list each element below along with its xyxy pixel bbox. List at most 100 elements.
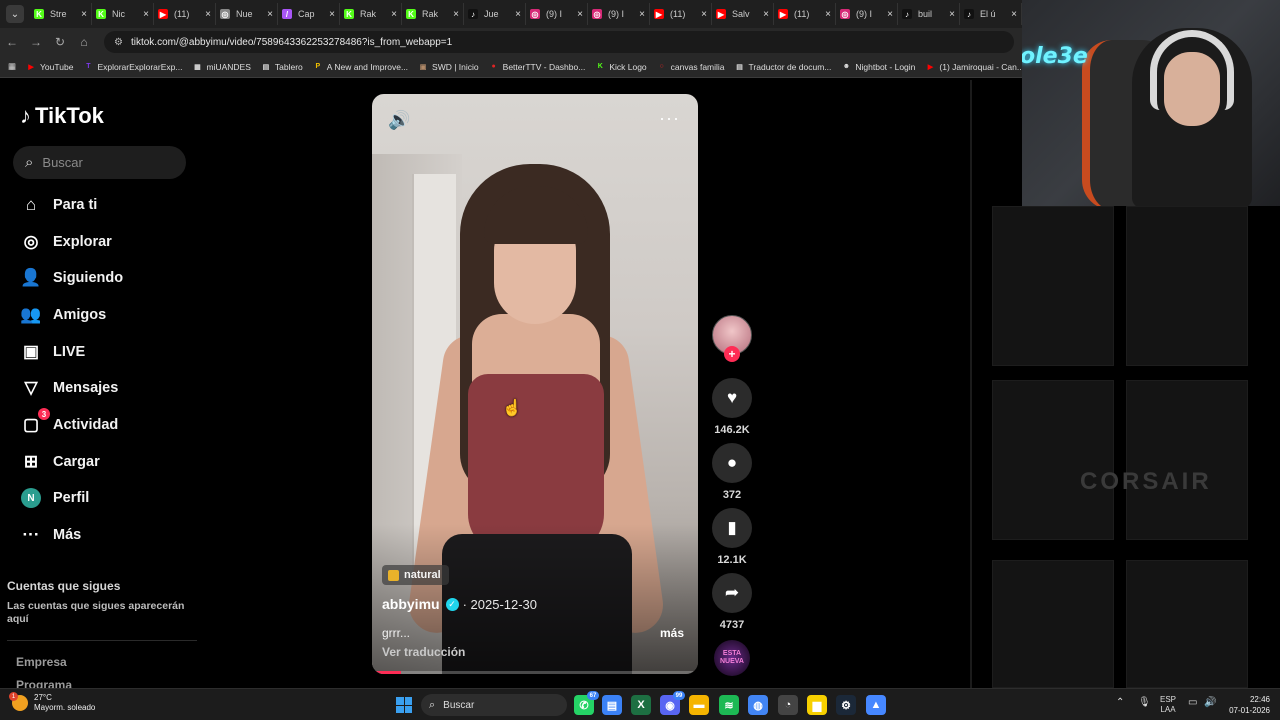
bookmark-item[interactable]: ○ canvas familia [657,62,725,72]
bookmark-item[interactable]: P A New and Improve... [313,62,408,72]
more-options-icon[interactable]: ··· [659,108,680,129]
sidebar-item-explorar[interactable]: ◎ Explorar [20,231,112,253]
close-tab-icon[interactable]: × [1011,9,1017,20]
site-info-icon[interactable]: ⚙ [114,37,123,48]
bookmark-item[interactable]: ☻ Nightbot - Login [841,62,916,72]
close-tab-icon[interactable]: × [143,9,149,20]
reload-icon[interactable]: ↻ [48,35,72,49]
apps-grid-icon[interactable]: ▦ [8,61,16,72]
taskbar-search-input[interactable]: ⌕ Buscar [421,694,567,716]
windows-start-icon[interactable] [396,697,412,713]
close-tab-icon[interactable]: × [391,9,397,20]
close-tab-icon[interactable]: × [205,9,211,20]
caption-more-link[interactable]: más [660,626,684,640]
url-input[interactable]: ⚙ tiktok.com/@abbyimu/video/758964336225… [104,31,1014,53]
video-tag[interactable]: natural [382,565,449,585]
close-tab-icon[interactable]: × [949,9,955,20]
spotify-app-icon[interactable]: ≋ [719,695,739,715]
video-progress-bar[interactable] [372,671,698,674]
tab-search-menu-icon[interactable]: ⌄ [6,5,24,23]
tray-overflow-icon[interactable]: ⌃ [1116,697,1124,708]
back-icon[interactable]: ← [0,35,24,49]
sidebar-item-m-s[interactable]: ··· Más [20,524,82,546]
browser-tab[interactable]: ▶ (11) × [154,3,216,25]
sticky-notes-app-icon[interactable]: ▆ [807,695,827,715]
bookmark-item[interactable]: T ExplorarExplorarExp... [83,62,182,72]
close-tab-icon[interactable]: × [329,9,335,20]
volume-icon[interactable]: 🔊 [1204,697,1216,708]
chrome-app-icon[interactable]: ◍ [748,695,768,715]
share-button[interactable]: ➦ [712,573,752,613]
browser-tab[interactable]: ▶ (11) × [774,3,836,25]
browser-tab[interactable]: K Nic × [92,3,154,25]
sidebar-item-mensajes[interactable]: ▽ Mensajes [20,377,118,399]
browser-tab[interactable]: / Cap × [278,3,340,25]
see-translation-link[interactable]: Ver traducción [382,645,465,659]
home-icon[interactable]: ⌂ [72,35,96,49]
browser-tab[interactable]: K Rak × [402,3,464,25]
bookmark-item[interactable]: ▤ Tablero [261,62,303,72]
close-tab-icon[interactable]: × [639,9,645,20]
sidebar-item-para-ti[interactable]: ⌂ Para ti [20,194,97,216]
browser-tab[interactable]: ◎ (9) I × [526,3,588,25]
browser-tab[interactable]: ♪ Jue × [464,3,526,25]
nordvpn-app-icon[interactable]: ▲ [866,695,886,715]
close-tab-icon[interactable]: × [515,9,521,20]
close-tab-icon[interactable]: × [577,9,583,20]
volume-icon[interactable]: 🔊 [388,110,410,131]
sidebar-item-amigos[interactable]: 👥 Amigos [20,304,106,326]
browser-tab[interactable]: ◎ Nue × [216,3,278,25]
close-tab-icon[interactable]: × [825,9,831,20]
forward-icon[interactable]: → [24,35,48,49]
browser-tab[interactable]: ♪ El ú × [960,3,1022,25]
like-button[interactable]: ♥ [712,378,752,418]
footer-link-empresa[interactable]: Empresa [16,655,67,669]
bookmark-item[interactable]: ▤ Traductor de docum... [735,62,831,72]
discord-app-icon[interactable]: ◉ 99 [660,691,685,715]
author-name[interactable]: abbyimu [382,596,440,612]
system-clock[interactable]: 22:46 07-01-2026 [1222,694,1270,716]
microphone-icon[interactable]: 🎙 [1138,697,1151,708]
sidebar-item-perfil[interactable]: N Perfil [20,487,89,509]
comment-button[interactable]: ● [712,443,752,483]
close-tab-icon[interactable]: × [81,9,87,20]
music-disc-icon[interactable]: ESTA NUEVA [714,640,750,676]
close-tab-icon[interactable]: × [887,9,893,20]
files-app-icon[interactable]: ▬ [689,695,709,715]
obs-app-icon[interactable]: ◔ [778,695,798,715]
browser-tab[interactable]: K Stre × [30,3,92,25]
tiktok-logo[interactable]: ♪ TikTok [20,103,104,129]
follow-plus-icon[interactable]: + [724,346,740,362]
weather-widget[interactable]: 1 27°C Mayorm. soleado [9,692,95,713]
browser-tab[interactable]: ▶ (11) × [650,3,712,25]
bookmark-item[interactable]: ▶ (1) Jamiroquai - Can... [925,62,1022,72]
close-tab-icon[interactable]: × [701,9,707,20]
bookmark-item[interactable]: ▶ YouTube [26,62,73,72]
network-icon[interactable]: ▭ [1188,697,1197,708]
sidebar-item-siguiendo[interactable]: 👤 Siguiendo [20,267,123,289]
browser-tab[interactable]: ◎ (9) I × [588,3,650,25]
sidebar-item-actividad[interactable]: ▢ 3 Actividad [20,408,118,436]
sidebar-item-cargar[interactable]: ⊞ Cargar [20,451,100,473]
browser-tab[interactable]: ▶ Salv × [712,3,774,25]
browser-tab[interactable]: ◎ (9) I × [836,3,898,25]
bookmark-item[interactable]: ▣ SWD | Inicio [418,62,479,72]
search-input[interactable]: ⌕ Buscar [13,146,186,179]
sidebar-item-live[interactable]: ▣ LIVE [20,341,85,363]
bookmark-item[interactable]: K Kick Logo [595,62,647,72]
save-button[interactable]: ▮ [712,508,752,548]
close-tab-icon[interactable]: × [453,9,459,20]
close-tab-icon[interactable]: × [763,9,769,20]
close-tab-icon[interactable]: × [267,9,273,20]
whatsapp-app-icon[interactable]: ✆ 67 [574,691,599,715]
language-indicator[interactable]: ESP LAA [1160,695,1176,715]
video-player[interactable]: 🔊 ··· natural abbyimu ✓ · 2025-12-30 grr… [372,94,698,674]
excel-app-icon[interactable]: X [631,695,651,715]
bookmark-item[interactable]: ▦ miUANDES [192,62,251,72]
bookmark-label: A New and Improve... [326,61,409,72]
notepad-app-icon[interactable]: ▤ [602,695,622,715]
browser-tab[interactable]: K Rak × [340,3,402,25]
steam-app-icon[interactable]: ⚙ [836,695,856,715]
bookmark-item[interactable]: ● BetterTTV - Dashbo... [489,62,586,72]
browser-tab[interactable]: ♪ buil × [898,3,960,25]
